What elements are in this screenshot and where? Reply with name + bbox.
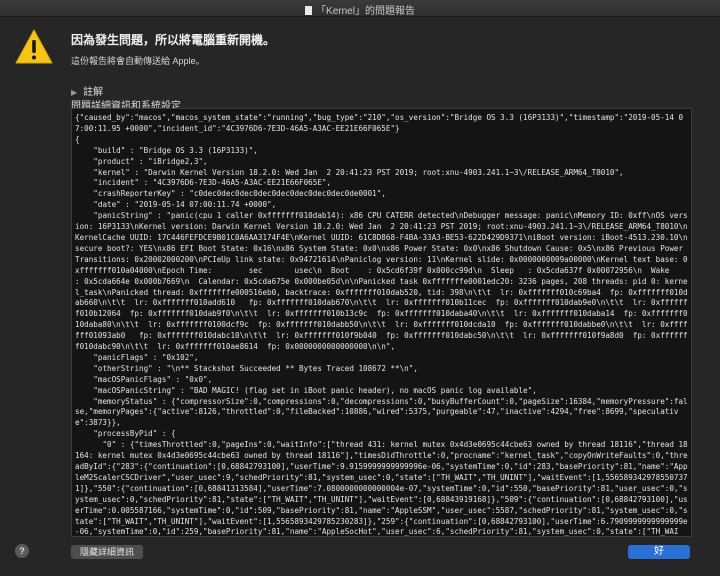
window-title-wrap: 「Kernel」的問題報告 xyxy=(0,2,720,17)
window-title: 「Kernel」的問題報告 xyxy=(316,6,415,17)
ok-button[interactable]: 好 xyxy=(628,545,690,559)
warning-triangle-icon xyxy=(15,29,53,64)
document-icon xyxy=(305,6,313,15)
page-title: 因為發生問題，所以將電腦重新開機。 xyxy=(71,33,276,47)
disclosure-triangle-icon[interactable]: ▶ xyxy=(71,88,77,97)
report-text[interactable]: {"caused_by":"macos","macos_system_state… xyxy=(72,109,691,536)
comment-disclosure[interactable]: ▶ 註解 xyxy=(71,83,103,98)
auto-send-notice: 這份報告將會自動傳送給 Apple。 xyxy=(71,56,205,66)
hide-details-button[interactable]: 隱藏詳細資訊 xyxy=(71,545,144,559)
title-bar: 「Kernel」的問題報告 xyxy=(0,0,720,17)
report-text-area[interactable]: {"caused_by":"macos","macos_system_state… xyxy=(71,108,692,537)
help-button[interactable]: ? xyxy=(15,544,29,558)
